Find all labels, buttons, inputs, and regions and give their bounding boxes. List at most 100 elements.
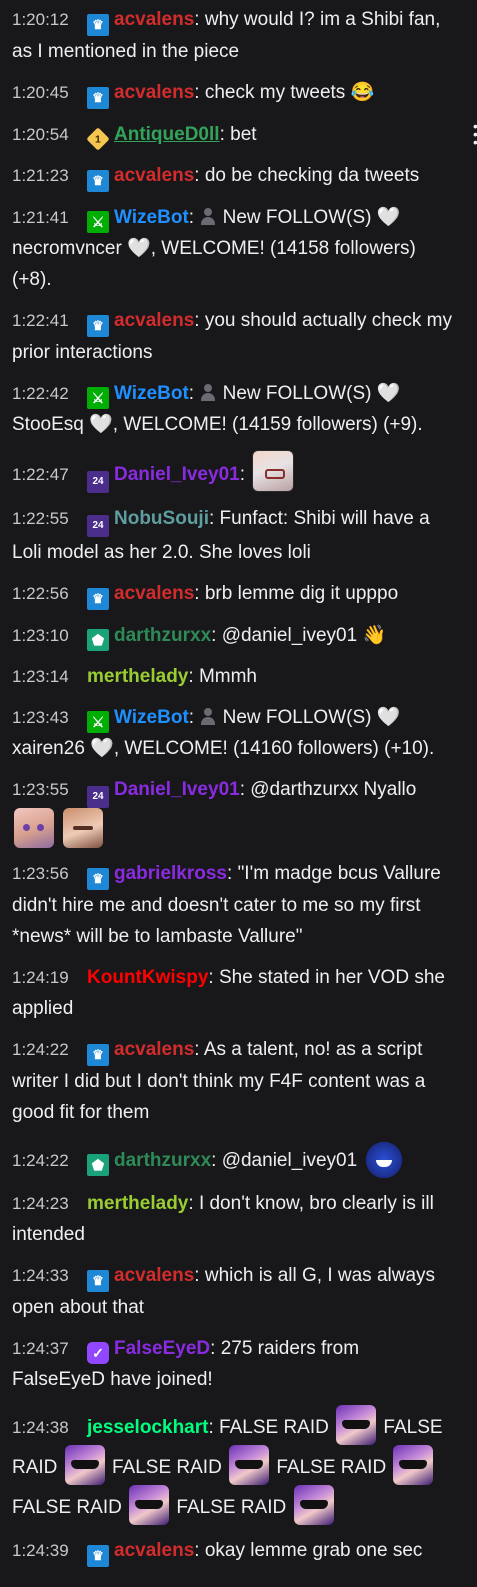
raid-text: FALSE RAID — [176, 1497, 292, 1518]
crown-badge-icon[interactable]: ♛ — [87, 14, 109, 36]
chat-message: 1:22:47 24 Daniel_Ivey01: — [12, 448, 457, 501]
message-timestamp: 1:22:42 — [12, 384, 69, 403]
username-colon: : — [208, 1417, 220, 1438]
username-colon: : — [208, 508, 220, 529]
chat-username[interactable]: acvalens — [114, 165, 194, 186]
chat-username[interactable]: gabrielkross — [114, 863, 227, 884]
chat-username[interactable]: jesselockhart — [87, 1417, 208, 1438]
username-colon: : — [208, 967, 219, 988]
gem-badge-icon[interactable]: ⬟ — [87, 629, 109, 651]
message-timestamp: 1:24:22 — [12, 1040, 69, 1059]
emote-image — [63, 808, 104, 848]
chat-username[interactable]: NobuSouji — [114, 508, 209, 529]
chat-username[interactable]: AntiqueD0ll — [114, 124, 220, 145]
username-colon: : — [188, 383, 200, 404]
message-timestamp: 1:24:37 — [12, 1339, 69, 1358]
message-timestamp: 1:23:14 — [12, 667, 69, 686]
username-colon: : — [194, 1540, 205, 1561]
chat-username[interactable]: merthelady — [87, 1193, 188, 1214]
chat-message: 1:23:56 ♛ gabrielkross: "I'm madge bcus Va… — [12, 856, 457, 960]
moderator-sword-icon[interactable]: ⚔ — [87, 211, 109, 233]
bot-avatar-icon — [199, 384, 217, 402]
username-colon: : — [194, 82, 205, 103]
chat-message: 1:24:38 jesselockhart: FALSE RAID FALSE R… — [12, 1403, 457, 1533]
message-text: check my tweets 😂 — [204, 82, 375, 103]
more-options-icon[interactable]: ••• — [473, 119, 477, 149]
message-text: @daniel_ivey01 — [221, 1150, 358, 1171]
chat-username[interactable]: acvalens — [114, 1540, 194, 1561]
gem-badge-icon[interactable]: ⬟ — [87, 1154, 109, 1176]
chat-username[interactable]: acvalens — [114, 1039, 194, 1060]
message-text: brb lemme dig it upppo — [204, 583, 399, 604]
chat-username[interactable]: Daniel_Ivey01 — [114, 464, 240, 485]
chat-message: 1:23:10 ⬟ darthzurxx: @daniel_ivey01 👋 — [12, 618, 457, 659]
chat-username[interactable]: Daniel_Ivey01 — [114, 779, 240, 800]
chat-message: 1:23:43 ⚔ WizeBot: New FOLLOW(S) 🤍 xairen2… — [12, 700, 457, 772]
message-timestamp: 1:23:43 — [12, 708, 69, 727]
crown-badge-icon[interactable]: ♛ — [87, 315, 109, 337]
raid-text: FALSE RAID — [219, 1417, 335, 1438]
chat-username[interactable]: darthzurxx — [114, 625, 211, 646]
moderator-sword-icon[interactable]: ⚔ — [87, 387, 109, 409]
chat-message: 1:21:23 ♛ acvalens: do be checking da twee… — [12, 158, 457, 200]
username-colon: : — [188, 1193, 199, 1214]
chat-message: 1:23:14 merthelady: Mmmh — [12, 659, 457, 700]
message-timestamp: 1:22:47 — [12, 465, 69, 484]
emote-image — [14, 808, 54, 848]
crown-badge-icon[interactable]: ♛ — [87, 588, 109, 610]
moderator-sword-icon[interactable]: ⚔ — [87, 711, 109, 733]
emote-image — [229, 1445, 270, 1485]
chat-username[interactable]: acvalens — [114, 82, 194, 103]
emote-image — [336, 1405, 377, 1445]
message-timestamp: 1:24:39 — [12, 1541, 69, 1560]
chat-message: 1:24:23 merthelady: I don't know, bro cle… — [12, 1186, 457, 1258]
username-colon: : — [239, 464, 251, 485]
chat-message: 1:20:54 1 AntiqueD0ll: bet — [12, 117, 457, 158]
crown-badge-icon[interactable]: ♛ — [87, 868, 109, 890]
emote-image — [129, 1485, 170, 1525]
username-colon: : — [194, 165, 205, 186]
username-colon: : — [210, 1338, 221, 1359]
chat-message: 1:21:41 ⚔ WizeBot: New FOLLOW(S) 🤍 necromv… — [12, 200, 457, 303]
crown-badge-icon[interactable]: ♛ — [87, 1270, 109, 1292]
chat-username[interactable]: WizeBot — [114, 383, 189, 404]
chat-username[interactable]: darthzurxx — [114, 1150, 211, 1171]
chat-message: 1:20:45 ♛ acvalens: check my tweets 😂 — [12, 75, 457, 117]
message-timestamp: 1:24:38 — [12, 1418, 69, 1437]
chat-username[interactable]: acvalens — [114, 1265, 194, 1286]
message-timestamp: 1:24:22 — [12, 1151, 69, 1170]
crown-badge-icon[interactable]: ♛ — [87, 170, 109, 192]
emote-image — [252, 450, 295, 492]
vip-badge-icon[interactable]: 1 — [86, 127, 110, 151]
sub-24-badge-icon[interactable]: 24 — [87, 786, 109, 808]
username-colon: : — [211, 625, 222, 646]
message-text: Mmmh — [198, 666, 257, 687]
chat-username[interactable]: FalseEyeD — [114, 1338, 210, 1359]
chat-username[interactable]: acvalens — [114, 310, 194, 331]
sub-24-badge-icon[interactable]: 24 — [87, 471, 109, 493]
chat-username[interactable]: acvalens — [114, 583, 194, 604]
chat-username[interactable]: KountKwispy — [87, 967, 208, 988]
chat-username[interactable]: merthelady — [87, 666, 188, 687]
message-text: okay lemme grab one sec — [204, 1540, 423, 1561]
emote-image — [393, 1445, 434, 1485]
crown-badge-icon[interactable]: ♛ — [87, 1545, 109, 1567]
message-text: do be checking da tweets — [204, 165, 420, 186]
chat-message: 1:24:39 ♛ acvalens: okay lemme grab one se… — [12, 1533, 457, 1575]
crown-badge-icon[interactable]: ♛ — [87, 87, 109, 109]
chat-username[interactable]: acvalens — [114, 9, 194, 30]
raid-text: FALSE RAID — [111, 1457, 228, 1478]
emote-image — [364, 1138, 405, 1178]
chat-username[interactable]: WizeBot — [114, 707, 189, 728]
message-timestamp: 1:24:33 — [12, 1266, 69, 1285]
message-timestamp: 1:20:54 — [12, 125, 69, 144]
verified-check-icon[interactable]: ✓ — [87, 1342, 109, 1364]
sub-24-badge-icon[interactable]: 24 — [87, 515, 109, 537]
bot-avatar-icon — [199, 208, 217, 226]
username-colon: : — [194, 9, 205, 30]
message-timestamp: 1:22:55 — [12, 509, 69, 528]
chat-username[interactable]: WizeBot — [114, 207, 189, 228]
message-timestamp: 1:23:56 — [12, 864, 69, 883]
bot-avatar-icon — [199, 708, 217, 726]
crown-badge-icon[interactable]: ♛ — [87, 1044, 109, 1066]
